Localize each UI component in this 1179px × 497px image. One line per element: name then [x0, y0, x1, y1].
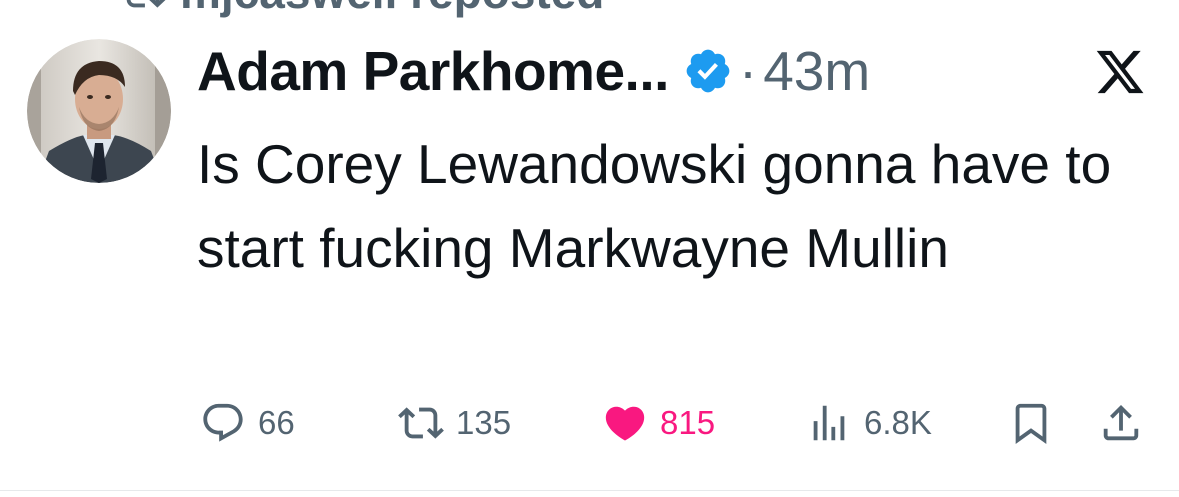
header-separator: ·	[738, 40, 758, 102]
share-button[interactable]	[1098, 395, 1144, 451]
views-count: 6.8K	[864, 404, 932, 441]
bookmark-button[interactable]	[1008, 395, 1054, 451]
reply-icon	[203, 403, 243, 442]
views-button[interactable]: 6.8K	[806, 395, 932, 451]
avatar[interactable]	[27, 39, 171, 183]
author-display-name[interactable]: Adam Parkhome...	[197, 39, 669, 103]
divider	[0, 490, 1179, 491]
bookmark-icon	[1015, 403, 1047, 444]
repost-button[interactable]: 135	[398, 395, 511, 451]
reply-count: 66	[258, 404, 295, 441]
like-count: 815	[660, 404, 716, 441]
repost-context-text[interactable]: mjcaswell reposted	[180, 0, 604, 19]
retweet-icon	[398, 407, 444, 439]
reply-button[interactable]: 66	[200, 395, 295, 451]
verified-badge-icon[interactable]	[683, 46, 733, 96]
x-logo-icon[interactable]	[1094, 46, 1146, 98]
tweet-header: Adam Parkhome... · 43m	[197, 38, 870, 104]
share-icon	[1103, 404, 1139, 441]
tweet-text: Is Corey Lewandowski gonna have to start…	[197, 133, 1112, 279]
tweet-timestamp[interactable]: 43m	[763, 39, 870, 103]
heart-icon	[605, 406, 645, 441]
repost-icon	[126, 0, 166, 8]
repost-count: 135	[456, 404, 512, 441]
tweet-actions: 66 135 815 6.8K	[0, 395, 1179, 451]
like-button[interactable]: 815	[602, 395, 715, 451]
avatar-image	[27, 39, 171, 183]
views-icon	[813, 405, 845, 441]
repost-context: mjcaswell reposted	[120, 0, 604, 19]
